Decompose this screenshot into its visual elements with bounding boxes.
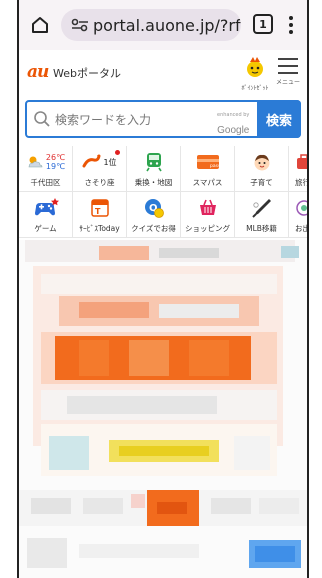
shortcut-weather[interactable]: 26℃ 19℃ 千代田区: [19, 146, 73, 192]
google-label: Google: [217, 125, 250, 136]
suitcase-icon: [289, 149, 307, 175]
browser-toolbar: portal.auone.jp/?rf: 1: [19, 0, 307, 50]
pass-ticket-icon: pass: [181, 149, 234, 175]
weather-low: 19℃: [45, 162, 66, 171]
url-text: portal.auone.jp/?rf:: [93, 15, 241, 35]
dot-icon: [289, 23, 293, 27]
search-box: enhanced by Google 検索: [25, 100, 301, 138]
powered-by-label: enhanced by: [217, 112, 250, 118]
shortcut-label: スマパス: [192, 178, 223, 187]
outing-badge-icon: [289, 195, 307, 221]
points-character-icon: [247, 57, 263, 77]
site-header: au Webポータル ﾎﾟｲﾝﾄｾﾞｯﾄ メニュー: [19, 50, 307, 92]
shortcut-label: 子育て: [250, 178, 273, 187]
calendar-icon: T: [73, 195, 126, 221]
shortcut-grid: 26℃ 19℃ 千代田区 1位 さそり座 乗換・地図 pass スマパス 子育て…: [19, 146, 307, 240]
shortcut-games[interactable]: ゲーム: [19, 192, 73, 238]
overflow-menu-button[interactable]: [281, 10, 301, 40]
tab-switcher-button[interactable]: 1: [253, 14, 273, 34]
shortcut-label: お出かけ: [295, 224, 309, 233]
baby-icon: [235, 149, 288, 175]
address-bar[interactable]: portal.auone.jp/?rf:: [61, 9, 241, 41]
menu-label: メニュー: [275, 79, 300, 86]
home-icon: [32, 17, 48, 33]
dot-icon: [289, 16, 293, 20]
shortcut-label: クイズでお得: [131, 224, 176, 233]
shopping-basket-icon: [181, 195, 234, 221]
shortcut-label: 千代田区: [30, 178, 61, 187]
au-logo[interactable]: au: [27, 62, 49, 82]
menu-button[interactable]: メニュー: [273, 56, 303, 90]
points-label: ﾎﾟｲﾝﾄｾﾞｯﾄ: [241, 85, 269, 92]
notification-dot: [115, 150, 120, 155]
shortcut-transit[interactable]: 乗換・地図: [127, 146, 181, 192]
shortcut-label: ｻｰﾋﾞｽToday: [79, 224, 120, 233]
shortcut-label: さそり座: [84, 178, 115, 187]
blurred-banner-area[interactable]: [19, 240, 307, 578]
shortcut-outing[interactable]: お出かけ: [289, 192, 309, 238]
shortcut-label: MLB移籍: [246, 224, 277, 233]
google-badge: enhanced by Google: [217, 112, 249, 137]
shortcut-mlb[interactable]: MLB移籍: [235, 192, 289, 238]
home-button[interactable]: [27, 12, 53, 38]
fortune-rank: 1位: [103, 157, 117, 167]
site-settings-icon[interactable]: [71, 18, 89, 32]
shortcut-label: 乗換・地図: [134, 178, 173, 187]
hamburger-icon: [278, 58, 298, 74]
scorpio-icon: 1位: [73, 149, 126, 175]
logo-suffix[interactable]: Webポータル: [53, 65, 121, 81]
points-button[interactable]: ﾎﾟｲﾝﾄｾﾞｯﾄ: [241, 56, 269, 92]
search-icon: [34, 111, 50, 127]
search-button[interactable]: 検索: [257, 100, 301, 138]
shortcut-travel[interactable]: 旅行: [289, 146, 309, 192]
gamepad-icon: [19, 195, 72, 221]
shortcut-label: ショッピング: [185, 224, 230, 233]
weather-high: 26℃: [45, 153, 66, 162]
shortcut-quiz[interactable]: Q クイズでお得: [127, 192, 181, 238]
train-icon: [127, 149, 180, 175]
baseball-bat-icon: [235, 195, 288, 221]
dot-icon: [289, 30, 293, 34]
shortcut-fortune[interactable]: 1位 さそり座: [73, 146, 127, 192]
shortcut-parenting[interactable]: 子育て: [235, 146, 289, 192]
shortcut-label: ゲーム: [34, 224, 57, 233]
shortcut-smapass[interactable]: pass スマパス: [181, 146, 235, 192]
weather-icon: 26℃ 19℃: [19, 149, 72, 175]
search-input[interactable]: [53, 102, 227, 138]
shortcut-service-today[interactable]: T ｻｰﾋﾞｽToday: [73, 192, 127, 238]
shortcut-shopping[interactable]: ショッピング: [181, 192, 235, 238]
phone-screen: portal.auone.jp/?rf: 1 au Webポータル ﾎﾟｲﾝﾄｾ…: [17, 0, 309, 578]
quiz-coin-icon: Q: [127, 195, 180, 221]
svg-text:pass: pass: [210, 164, 220, 169]
svg-text:T: T: [95, 207, 101, 216]
shortcut-label: 旅行: [295, 178, 309, 187]
